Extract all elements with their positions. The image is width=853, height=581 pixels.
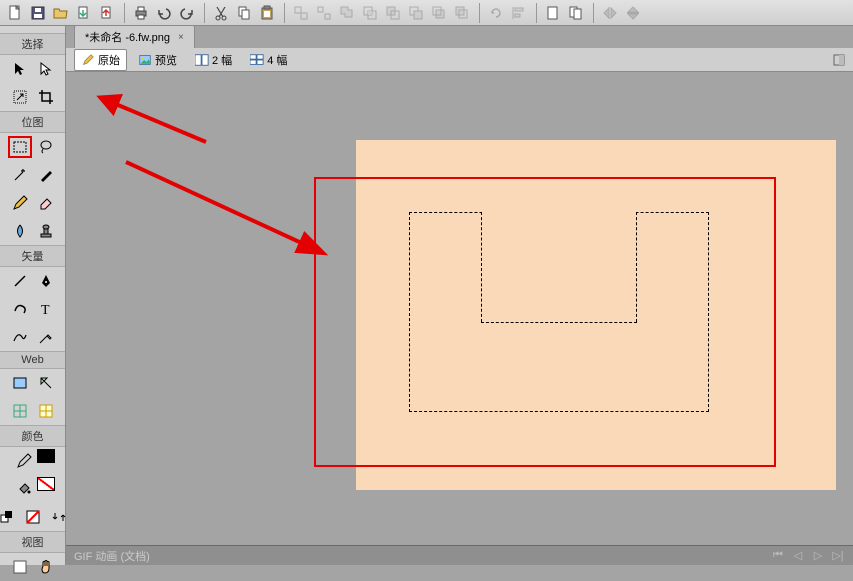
view-tab-label: 2 幅 bbox=[212, 52, 232, 68]
freeform-tool[interactable] bbox=[8, 326, 32, 348]
close-tab-icon[interactable]: × bbox=[176, 32, 186, 43]
toolbox-section-bitmap: 位图 bbox=[0, 111, 65, 133]
brush-tool[interactable] bbox=[34, 164, 58, 186]
canvas-area[interactable] bbox=[66, 72, 853, 545]
crop-tool[interactable] bbox=[34, 86, 58, 108]
pages-button[interactable] bbox=[565, 3, 587, 23]
scale-tool[interactable] bbox=[8, 86, 32, 108]
prev-frame-button[interactable]: ◁ bbox=[791, 549, 805, 563]
subselect-tool[interactable] bbox=[34, 58, 58, 80]
hide-slices-button[interactable] bbox=[8, 400, 32, 422]
next-frame-button[interactable]: ▷| bbox=[831, 549, 845, 563]
toolbox-section-colors: 颜色 bbox=[0, 425, 65, 447]
stroke-color-button[interactable] bbox=[12, 450, 36, 472]
play-button[interactable]: ▷ bbox=[811, 549, 825, 563]
view-tab-label: 原始 bbox=[98, 52, 120, 68]
annotation-arrow-1 bbox=[86, 92, 216, 152]
toolbox-section-select: 选择 bbox=[0, 33, 65, 55]
view-tab-preview[interactable]: 预览 bbox=[131, 49, 184, 71]
punch-button[interactable] bbox=[382, 3, 404, 23]
document-tab-bar: *未命名 -6.fw.png × bbox=[0, 26, 853, 48]
save-button[interactable] bbox=[27, 3, 49, 23]
slice-tool[interactable] bbox=[34, 372, 58, 394]
bring-front-button[interactable] bbox=[428, 3, 450, 23]
shape-tool[interactable] bbox=[8, 298, 32, 320]
new-file-button[interactable] bbox=[4, 3, 26, 23]
view-tab-label: 预览 bbox=[155, 52, 177, 68]
panel-collapse-button[interactable] bbox=[831, 52, 847, 68]
open-button[interactable] bbox=[50, 3, 72, 23]
stamp-tool[interactable] bbox=[34, 220, 58, 242]
two-up-icon bbox=[195, 53, 209, 67]
marquee-tool[interactable] bbox=[8, 136, 32, 158]
page-button[interactable] bbox=[542, 3, 564, 23]
knife-tool[interactable] bbox=[34, 326, 58, 348]
selection-edge bbox=[481, 322, 637, 323]
pen-tool[interactable] bbox=[34, 270, 58, 292]
union-button[interactable] bbox=[336, 3, 358, 23]
view-tab-4up[interactable]: 4 幅 bbox=[243, 49, 294, 71]
flip-v-button[interactable] bbox=[622, 3, 644, 23]
selection-edge bbox=[636, 212, 637, 322]
import-button[interactable] bbox=[73, 3, 95, 23]
selection-marquee bbox=[409, 212, 709, 412]
pencil-tool[interactable] bbox=[8, 192, 32, 214]
standard-mode-button[interactable] bbox=[8, 556, 32, 578]
rotate-90-button[interactable] bbox=[485, 3, 507, 23]
stroke-color-swatch[interactable] bbox=[37, 449, 55, 463]
document-tab[interactable]: *未命名 -6.fw.png × bbox=[74, 25, 195, 48]
text-tool[interactable]: T bbox=[34, 298, 58, 320]
toolbox-section-vector: 矢量 bbox=[0, 245, 65, 267]
export-button[interactable] bbox=[96, 3, 118, 23]
selection-cutout bbox=[482, 211, 636, 214]
view-tab-2up[interactable]: 2 幅 bbox=[188, 49, 239, 71]
lasso-tool[interactable] bbox=[34, 136, 58, 158]
show-slices-button[interactable] bbox=[34, 400, 58, 422]
align-button[interactable] bbox=[508, 3, 530, 23]
toolbox: 选择 位图 矢量 T Web bbox=[0, 26, 66, 565]
view-tab-label: 4 幅 bbox=[267, 52, 287, 68]
crop-op-button[interactable] bbox=[405, 3, 427, 23]
selection-edge bbox=[481, 212, 482, 322]
copy-button[interactable] bbox=[233, 3, 255, 23]
default-colors-button[interactable] bbox=[0, 506, 19, 528]
blur-tool[interactable] bbox=[8, 220, 32, 242]
status-bar: GIF 动画 (文档) ⏮ ◁ ▷ ▷| bbox=[66, 545, 853, 565]
image-icon bbox=[138, 53, 152, 67]
view-tabs: 原始 预览 2 幅 4 幅 bbox=[66, 48, 853, 72]
view-tab-original[interactable]: 原始 bbox=[74, 49, 127, 71]
redo-button[interactable] bbox=[176, 3, 198, 23]
flip-h-button[interactable] bbox=[599, 3, 621, 23]
intersect-button[interactable] bbox=[359, 3, 381, 23]
undo-button[interactable] bbox=[153, 3, 175, 23]
toolbox-section-web: Web bbox=[0, 351, 65, 369]
first-frame-button[interactable]: ⏮ bbox=[771, 549, 785, 563]
document-tab-title: *未命名 -6.fw.png bbox=[85, 29, 170, 45]
hotspot-tool[interactable] bbox=[8, 372, 32, 394]
cut-button[interactable] bbox=[210, 3, 232, 23]
annotation-arrow-2 bbox=[116, 152, 336, 272]
group-button[interactable] bbox=[290, 3, 312, 23]
magic-wand-tool[interactable] bbox=[8, 164, 32, 186]
pointer-tool[interactable] bbox=[8, 58, 32, 80]
paste-button[interactable] bbox=[256, 3, 278, 23]
fill-color-swatch[interactable] bbox=[37, 477, 55, 491]
pencil-icon bbox=[81, 53, 95, 67]
send-back-button[interactable] bbox=[451, 3, 473, 23]
toolbox-section-view: 视图 bbox=[0, 531, 65, 553]
svg-text:T: T bbox=[41, 303, 50, 317]
four-up-icon bbox=[250, 53, 264, 67]
ungroup-button[interactable] bbox=[313, 3, 335, 23]
eraser-tool[interactable] bbox=[34, 192, 58, 214]
top-toolbar bbox=[0, 0, 853, 26]
line-tool[interactable] bbox=[8, 270, 32, 292]
print-button[interactable] bbox=[130, 3, 152, 23]
fill-color-button[interactable] bbox=[12, 478, 36, 500]
no-color-button[interactable] bbox=[21, 506, 45, 528]
hand-tool[interactable] bbox=[34, 556, 58, 578]
status-text: GIF 动画 (文档) bbox=[74, 548, 150, 564]
